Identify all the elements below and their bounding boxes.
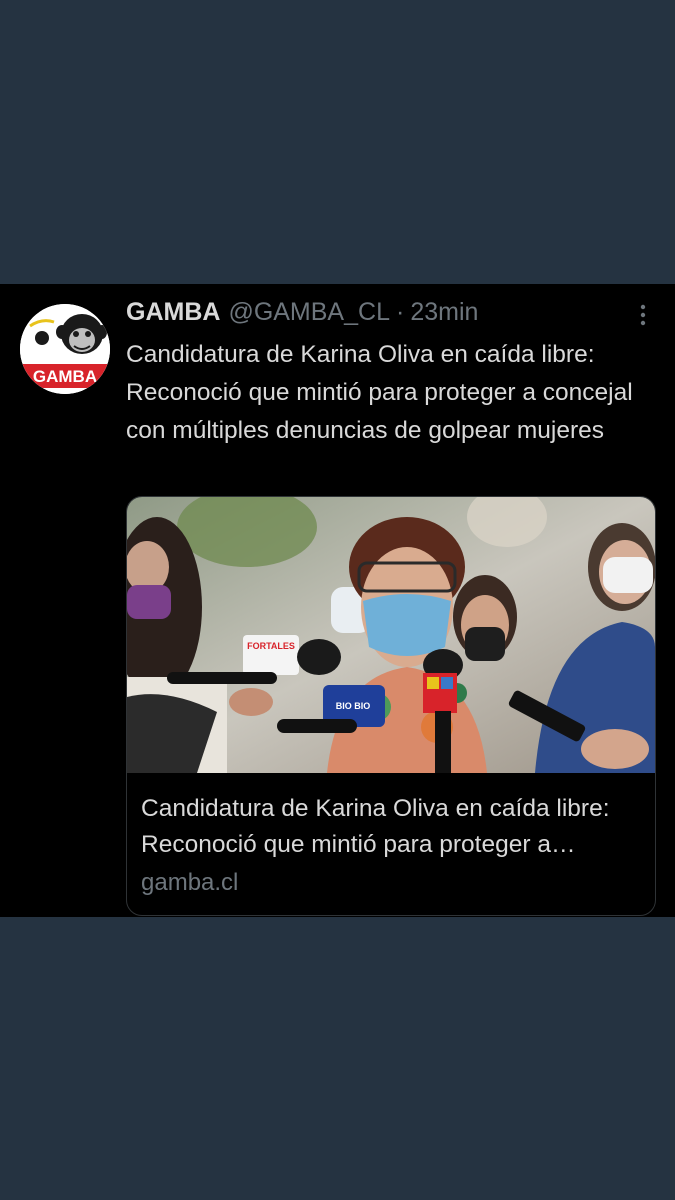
user-handle[interactable]: @GAMBA_CL [228, 298, 390, 327]
link-card-domain[interactable]: gamba.cl [141, 867, 238, 899]
more-options-button[interactable] [630, 302, 656, 328]
header-separator: · [395, 298, 405, 326]
link-card-title[interactable]: Candidatura de Karina Oliva en caída lib… [141, 791, 646, 863]
display-name[interactable]: GAMBA [126, 298, 220, 327]
tweet[interactable]: GAMBA GAMBA @GAMBA_CL · 23min Candidatur… [0, 284, 675, 917]
mic-label-fortales: FORTALES [247, 641, 295, 651]
gamba-chimp-logo-icon: GAMBA [20, 304, 110, 394]
link-card[interactable]: FORTALES BIO BIO Candidatura de Karina O… [126, 496, 656, 916]
tweet-header: GAMBA @GAMBA_CL · 23min [126, 298, 478, 330]
more-vertical-icon [640, 304, 646, 326]
avatar[interactable]: GAMBA [20, 304, 110, 394]
mic-label-biobio: BIO BIO [336, 701, 371, 711]
timestamp[interactable]: 23min [410, 298, 478, 327]
screenshot-page: GAMBA GAMBA @GAMBA_CL · 23min Candidatur… [0, 0, 675, 1200]
avatar-logo-text: GAMBA [33, 367, 97, 386]
press-conference-photo[interactable]: FORTALES BIO BIO [127, 497, 655, 773]
tweet-text: Candidatura de Karina Oliva en caída lib… [126, 341, 633, 444]
